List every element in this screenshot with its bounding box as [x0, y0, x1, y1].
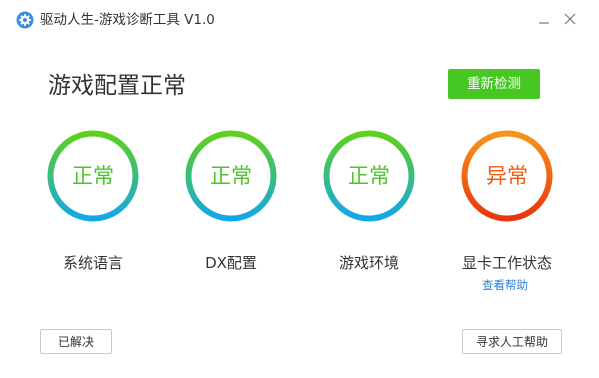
item-label-game-environment: 游戏环境	[338, 254, 399, 272]
item-label-dx-config: DX配置	[205, 254, 257, 272]
close-button[interactable]	[557, 6, 583, 32]
minimize-button[interactable]	[531, 6, 557, 32]
status-text: 正常	[72, 164, 114, 188]
gear-icon	[16, 11, 34, 29]
recheck-button[interactable]: 重新检测	[448, 69, 540, 99]
resolved-button[interactable]: 已解决	[40, 329, 112, 354]
status-ring-dx-config: 正常	[185, 130, 277, 222]
page-title: 游戏配置正常	[48, 73, 186, 99]
status-text: 正常	[348, 164, 390, 188]
window-title: 驱动人生-游戏诊断工具 V1.0	[40, 12, 215, 28]
minimize-icon	[539, 22, 549, 24]
status-text: 异常	[486, 164, 528, 188]
item-label-gpu-status: 显卡工作状态	[461, 254, 552, 272]
close-icon	[564, 13, 576, 25]
status-ring-system-language: 正常	[47, 130, 139, 222]
view-help-link[interactable]: 查看帮助	[430, 277, 580, 293]
status-ring-gpu-status: 异常	[461, 130, 553, 222]
status-text: 正常	[210, 164, 252, 188]
item-label-system-language: 系统语言	[62, 254, 123, 272]
status-ring-game-environment: 正常	[323, 130, 415, 222]
title-bar: 驱动人生-游戏诊断工具 V1.0	[0, 0, 599, 40]
human-help-button[interactable]: 寻求人工帮助	[462, 329, 562, 354]
